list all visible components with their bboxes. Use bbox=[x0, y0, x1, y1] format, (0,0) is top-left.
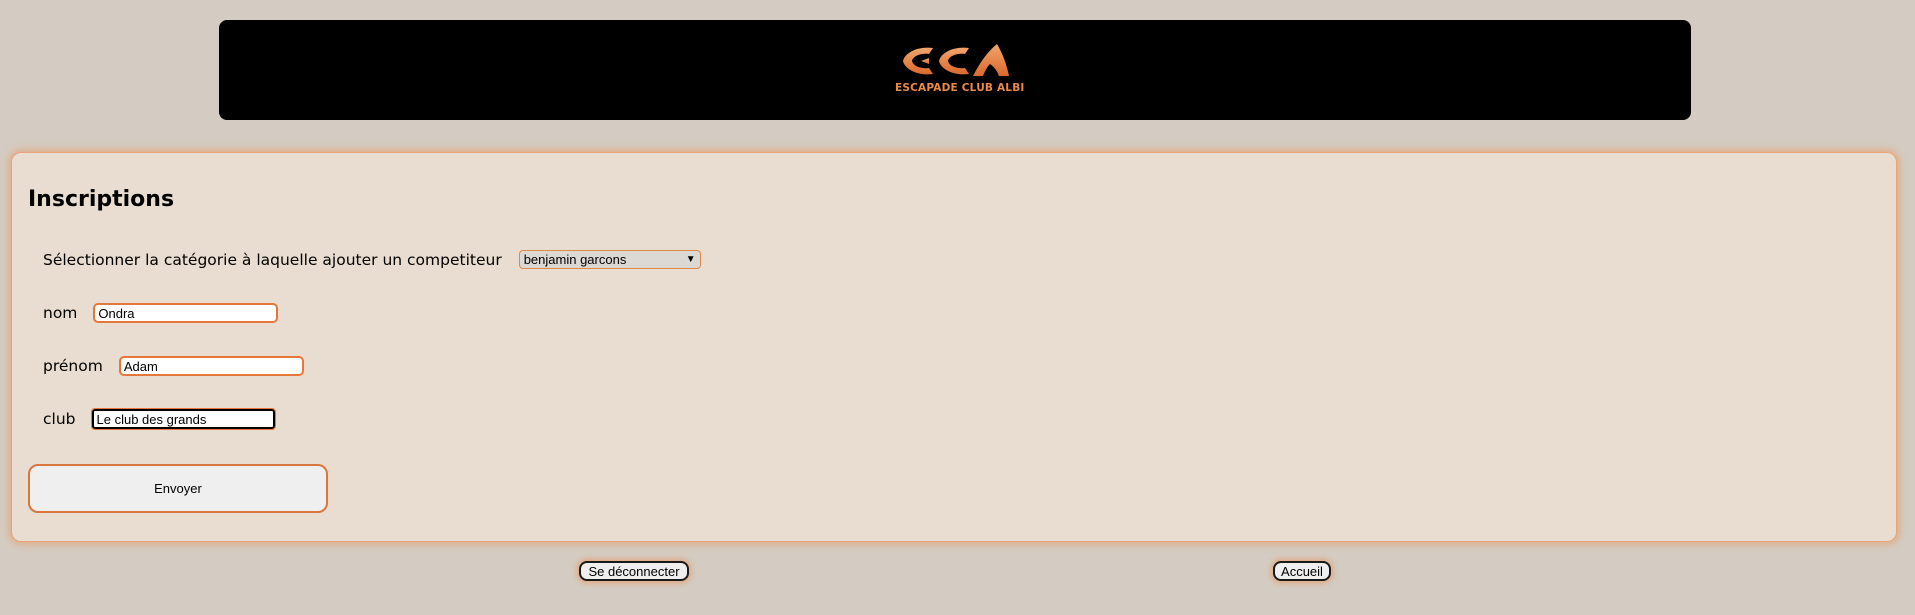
nom-row: nom Ondra bbox=[43, 303, 279, 323]
logo-text: ESCAPADE CLUB ALBI bbox=[895, 82, 1025, 94]
prenom-label: prénom bbox=[43, 357, 103, 375]
page-title: Inscriptions bbox=[28, 187, 175, 212]
home-button[interactable]: Accueil bbox=[1273, 561, 1331, 581]
submit-button[interactable]: Envoyer bbox=[28, 464, 328, 513]
category-label: Sélectionner la catégorie à laquelle ajo… bbox=[43, 250, 502, 269]
prenom-input[interactable]: Adam bbox=[118, 356, 304, 376]
chevron-down-icon: ▼ bbox=[685, 254, 696, 265]
club-input-value: Le club des grands bbox=[96, 411, 207, 427]
nom-label: nom bbox=[43, 304, 78, 322]
logout-button[interactable]: Se déconnecter bbox=[579, 561, 689, 581]
prenom-row: prénom Adam bbox=[43, 356, 304, 376]
category-row: Sélectionner la catégorie à laquelle ajo… bbox=[43, 250, 701, 269]
club-label: club bbox=[43, 410, 76, 428]
registration-panel: Inscriptions Sélectionner la catégorie à… bbox=[11, 152, 1897, 542]
nom-input[interactable]: Ondra bbox=[93, 303, 279, 323]
category-select[interactable]: benjamin garcons ▼ bbox=[518, 250, 701, 269]
prenom-input-value: Adam bbox=[123, 358, 158, 374]
nom-input-value: Ondra bbox=[98, 305, 135, 321]
club-row: club Le club des grands bbox=[43, 408, 276, 430]
club-logo[interactable]: ESCAPADE CLUB ALBI bbox=[895, 42, 1025, 98]
club-input[interactable]: Le club des grands bbox=[90, 408, 276, 430]
category-select-value: benjamin garcons bbox=[523, 252, 627, 267]
site-header: ESCAPADE CLUB ALBI bbox=[219, 20, 1691, 120]
logo-mark-icon bbox=[903, 44, 1009, 76]
